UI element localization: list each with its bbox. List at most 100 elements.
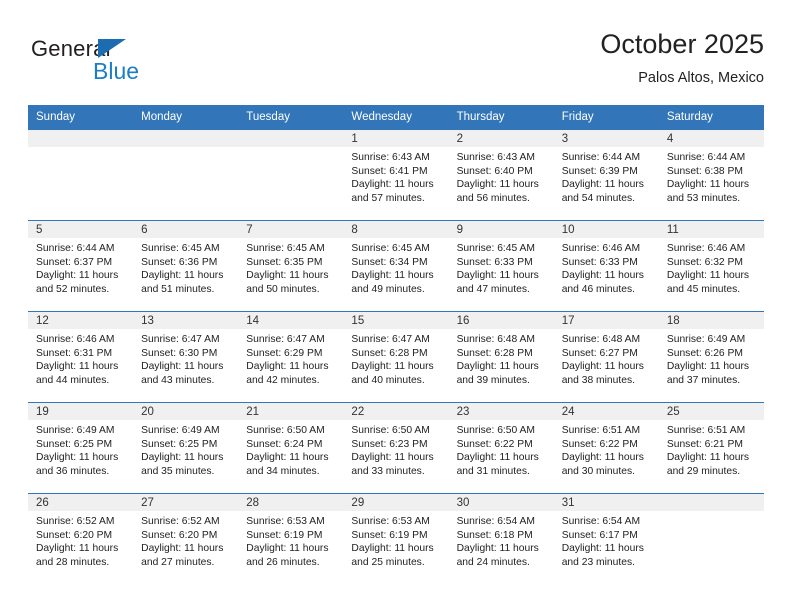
day-details: Sunrise: 6:54 AM Sunset: 6:17 PM Daylight:… bbox=[554, 511, 659, 569]
calendar-day-cell[interactable]: 21 Sunrise: 6:50 AM Sunset: 6:24 PM Dayligh… bbox=[238, 402, 344, 494]
day-number: 6 bbox=[133, 221, 239, 238]
day-number: 22 bbox=[343, 403, 449, 420]
calendar-day-cell[interactable]: 2 Sunrise: 6:43 AM Sunset: 6:40 PM Daylight… bbox=[448, 129, 554, 221]
day-sunset-text: Sunset: 6:31 PM bbox=[36, 347, 113, 359]
calendar-day-cell[interactable]: 27 Sunrise: 6:52 AM Sunset: 6:20 PM Dayligh… bbox=[133, 493, 239, 584]
day-number: 13 bbox=[133, 312, 239, 329]
day-number: 12 bbox=[28, 312, 134, 329]
calendar-day-cell[interactable]: 14 Sunrise: 6:47 AM Sunset: 6:29 PM Dayligh… bbox=[238, 311, 344, 403]
day-number: 15 bbox=[343, 312, 449, 329]
calendar-day-cell[interactable]: 12 Sunrise: 6:46 AM Sunset: 6:31 PM Dayligh… bbox=[28, 311, 134, 403]
calendar-day-cell[interactable]: 9 Sunrise: 6:45 AM Sunset: 6:33 PM Daylight… bbox=[448, 220, 554, 312]
day-details: Sunrise: 6:54 AM Sunset: 6:18 PM Daylight:… bbox=[449, 511, 554, 569]
calendar-day-cell[interactable]: 15 Sunrise: 6:47 AM Sunset: 6:28 PM Dayligh… bbox=[343, 311, 449, 403]
day-daylight-line2-text: and 47 minutes. bbox=[456, 283, 530, 295]
calendar-week-row: 19 Sunrise: 6:49 AM Sunset: 6:25 PM Dayligh… bbox=[28, 402, 764, 494]
day-sunset-text: Sunset: 6:36 PM bbox=[141, 256, 218, 268]
day-sunrise-text: Sunrise: 6:49 AM bbox=[141, 425, 220, 436]
weekday-header-wednesday: Wednesday bbox=[343, 105, 449, 130]
day-daylight-line2-text: and 46 minutes. bbox=[561, 283, 635, 295]
day-sunrise-text: Sunrise: 6:50 AM bbox=[456, 425, 535, 436]
general-blue-logo[interactable]: General Blue bbox=[31, 36, 211, 94]
day-daylight-line2-text: and 43 minutes. bbox=[141, 374, 215, 386]
calendar-day-cell[interactable]: 4 Sunrise: 6:44 AM Sunset: 6:38 PM Daylight… bbox=[658, 129, 764, 221]
calendar-day-cell[interactable]: 5 Sunrise: 6:44 AM Sunset: 6:37 PM Daylight… bbox=[28, 220, 134, 312]
day-sunset-text: Sunset: 6:19 PM bbox=[351, 529, 428, 541]
day-details bbox=[28, 147, 133, 151]
calendar-day-cell[interactable]: 26 Sunrise: 6:52 AM Sunset: 6:20 PM Dayligh… bbox=[28, 493, 134, 584]
day-daylight-line1-text: Daylight: 11 hours bbox=[561, 179, 644, 191]
day-daylight-line1-text: Daylight: 11 hours bbox=[456, 543, 539, 555]
day-daylight-line1-text: Daylight: 11 hours bbox=[141, 270, 224, 282]
calendar-header-row: Sunday Monday Tuesday Wednesday Thursday… bbox=[28, 105, 764, 130]
calendar-page: General Blue October 2025 Palos Altos, M… bbox=[0, 0, 792, 612]
page-subtitle-location: Palos Altos, Mexico bbox=[638, 70, 764, 86]
day-sunrise-text: Sunrise: 6:47 AM bbox=[246, 334, 325, 345]
day-cell-inner: 2 Sunrise: 6:43 AM Sunset: 6:40 PM Daylight… bbox=[448, 130, 554, 220]
calendar-day-cell[interactable]: 25 Sunrise: 6:51 AM Sunset: 6:21 PM Dayligh… bbox=[658, 402, 764, 494]
calendar-day-cell[interactable]: 10 Sunrise: 6:46 AM Sunset: 6:33 PM Dayligh… bbox=[553, 220, 659, 312]
day-sunset-text: Sunset: 6:19 PM bbox=[246, 529, 323, 541]
calendar-day-cell[interactable]: 31 Sunrise: 6:54 AM Sunset: 6:17 PM Dayligh… bbox=[553, 493, 659, 584]
day-sunset-text: Sunset: 6:28 PM bbox=[456, 347, 533, 359]
day-number: 27 bbox=[133, 494, 239, 511]
day-daylight-line1-text: Daylight: 11 hours bbox=[141, 452, 224, 464]
calendar-day-cell[interactable]: 29 Sunrise: 6:53 AM Sunset: 6:19 PM Dayligh… bbox=[343, 493, 449, 584]
calendar-day-cell[interactable]: 11 Sunrise: 6:46 AM Sunset: 6:32 PM Dayligh… bbox=[658, 220, 764, 312]
weekday-header-sunday: Sunday bbox=[28, 105, 134, 130]
weekday-header-thursday: Thursday bbox=[448, 105, 554, 130]
day-daylight-line2-text: and 28 minutes. bbox=[36, 556, 110, 568]
day-daylight-line1-text: Daylight: 11 hours bbox=[246, 543, 329, 555]
calendar-day-cell[interactable]: 22 Sunrise: 6:50 AM Sunset: 6:23 PM Dayligh… bbox=[343, 402, 449, 494]
day-sunset-text: Sunset: 6:41 PM bbox=[351, 165, 428, 177]
calendar-day-cell[interactable]: 16 Sunrise: 6:48 AM Sunset: 6:28 PM Dayligh… bbox=[448, 311, 554, 403]
day-sunrise-text: Sunrise: 6:43 AM bbox=[456, 152, 535, 163]
calendar-day-cell[interactable]: 20 Sunrise: 6:49 AM Sunset: 6:25 PM Dayligh… bbox=[133, 402, 239, 494]
day-number: 14 bbox=[238, 312, 344, 329]
calendar-day-cell[interactable]: 23 Sunrise: 6:50 AM Sunset: 6:22 PM Dayligh… bbox=[448, 402, 554, 494]
day-sunrise-text: Sunrise: 6:53 AM bbox=[246, 516, 325, 527]
day-daylight-line1-text: Daylight: 11 hours bbox=[456, 452, 539, 464]
calendar-grid: Sunday Monday Tuesday Wednesday Thursday… bbox=[28, 105, 764, 584]
calendar-day-cell[interactable]: 17 Sunrise: 6:48 AM Sunset: 6:27 PM Dayligh… bbox=[553, 311, 659, 403]
calendar-day-cell[interactable]: 19 Sunrise: 6:49 AM Sunset: 6:25 PM Dayligh… bbox=[28, 402, 134, 494]
day-sunrise-text: Sunrise: 6:46 AM bbox=[36, 334, 115, 345]
day-sunrise-text: Sunrise: 6:51 AM bbox=[561, 425, 641, 436]
calendar-day-cell[interactable]: 6 Sunrise: 6:45 AM Sunset: 6:36 PM Daylight… bbox=[133, 220, 239, 312]
day-sunset-text: Sunset: 6:33 PM bbox=[561, 256, 638, 268]
weekday-header-saturday: Saturday bbox=[658, 105, 764, 130]
day-details: Sunrise: 6:44 AM Sunset: 6:38 PM Daylight:… bbox=[659, 147, 764, 205]
calendar-day-cell[interactable]: 18 Sunrise: 6:49 AM Sunset: 6:26 PM Dayligh… bbox=[658, 311, 764, 403]
day-sunset-text: Sunset: 6:24 PM bbox=[246, 438, 323, 450]
calendar-day-cell[interactable]: 13 Sunrise: 6:47 AM Sunset: 6:30 PM Dayligh… bbox=[133, 311, 239, 403]
calendar-day-cell[interactable]: 24 Sunrise: 6:51 AM Sunset: 6:22 PM Dayligh… bbox=[553, 402, 659, 494]
day-number: 5 bbox=[28, 221, 134, 238]
day-cell-inner: 10 Sunrise: 6:46 AM Sunset: 6:33 PM Dayligh… bbox=[553, 221, 659, 311]
day-number: 8 bbox=[343, 221, 449, 238]
day-number: 1 bbox=[343, 130, 449, 147]
day-daylight-line1-text: Daylight: 11 hours bbox=[456, 270, 539, 282]
calendar-day-cell[interactable]: 30 Sunrise: 6:54 AM Sunset: 6:18 PM Dayligh… bbox=[448, 493, 554, 584]
day-daylight-line2-text: and 30 minutes. bbox=[561, 465, 635, 477]
day-number: 29 bbox=[343, 494, 449, 511]
calendar-day-cell[interactable]: 7 Sunrise: 6:45 AM Sunset: 6:35 PM Daylight… bbox=[238, 220, 344, 312]
calendar-week-row: 12 Sunrise: 6:46 AM Sunset: 6:31 PM Dayligh… bbox=[28, 311, 764, 403]
day-details: Sunrise: 6:44 AM Sunset: 6:37 PM Daylight:… bbox=[28, 238, 133, 296]
day-cell-inner: 21 Sunrise: 6:50 AM Sunset: 6:24 PM Dayligh… bbox=[238, 403, 344, 493]
day-daylight-line2-text: and 38 minutes. bbox=[561, 374, 635, 386]
day-daylight-line1-text: Daylight: 11 hours bbox=[456, 179, 539, 191]
calendar-day-cell[interactable]: 1 Sunrise: 6:43 AM Sunset: 6:41 PM Daylight… bbox=[343, 129, 449, 221]
day-sunrise-text: Sunrise: 6:45 AM bbox=[351, 243, 430, 254]
day-details: Sunrise: 6:52 AM Sunset: 6:20 PM Daylight:… bbox=[133, 511, 238, 569]
day-daylight-line2-text: and 27 minutes. bbox=[141, 556, 215, 568]
day-daylight-line2-text: and 29 minutes. bbox=[666, 465, 741, 477]
day-sunrise-text: Sunrise: 6:49 AM bbox=[36, 425, 115, 436]
calendar-day-cell[interactable]: 3 Sunrise: 6:44 AM Sunset: 6:39 PM Daylight… bbox=[553, 129, 659, 221]
calendar-day-cell[interactable]: 8 Sunrise: 6:45 AM Sunset: 6:34 PM Daylight… bbox=[343, 220, 449, 312]
day-details: Sunrise: 6:45 AM Sunset: 6:34 PM Daylight:… bbox=[343, 238, 448, 296]
calendar-day-cell[interactable]: 28 Sunrise: 6:53 AM Sunset: 6:19 PM Dayligh… bbox=[238, 493, 344, 584]
weekday-header-monday: Monday bbox=[133, 105, 239, 130]
day-number bbox=[238, 130, 344, 147]
day-number: 26 bbox=[28, 494, 134, 511]
day-sunset-text: Sunset: 6:20 PM bbox=[141, 529, 218, 541]
